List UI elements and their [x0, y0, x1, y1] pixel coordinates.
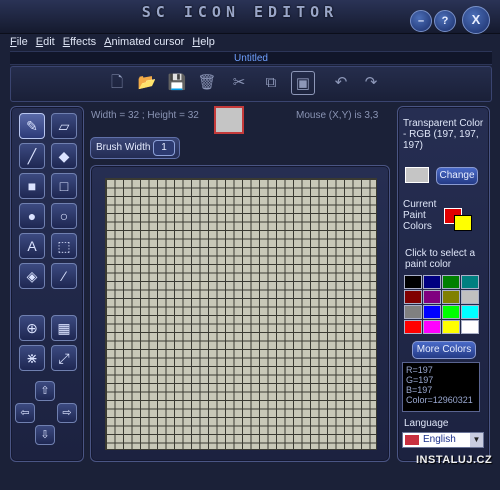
palette-swatch[interactable] [442, 275, 460, 289]
mouse-position: Mouse (X,Y) is 3,3 [296, 110, 379, 121]
move-up-icon[interactable]: ⇧ [35, 381, 55, 401]
menu-bar: File Edit Effects Animated cursor Help [10, 36, 492, 50]
pixel-grid[interactable] [105, 178, 377, 450]
palette-swatch[interactable] [423, 275, 441, 289]
watermark: INSTALUJ.CZ [416, 454, 493, 466]
menu-help[interactable]: Help [192, 36, 215, 50]
menu-effects[interactable]: Effects [63, 36, 96, 50]
copy-icon[interactable]: ⧉ [259, 71, 283, 95]
save-icon[interactable]: 💾 [165, 71, 189, 95]
palette-swatch[interactable] [442, 290, 460, 304]
ellipse-tool-icon[interactable]: ○ [51, 203, 77, 229]
fill-tool-icon[interactable]: ◆ [51, 143, 77, 169]
palette-swatch[interactable] [404, 290, 422, 304]
replace-color-tool-icon[interactable]: ◈ [19, 263, 45, 289]
icon-preview [214, 106, 244, 134]
canvas-panel [90, 165, 390, 462]
shrink-tool-icon[interactable]: ⋇ [19, 345, 45, 371]
eyedropper-tool-icon[interactable]: ⁄ [51, 263, 77, 289]
palette-swatch[interactable] [423, 320, 441, 334]
rgb-b: B=197 [406, 385, 433, 395]
help-button[interactable]: ? [434, 10, 456, 32]
chevron-down-icon[interactable]: ▼ [470, 433, 483, 447]
center-tool-icon[interactable]: ⊕ [19, 315, 45, 341]
language-value: English [423, 434, 456, 445]
palette-swatch[interactable] [404, 320, 422, 334]
palette-swatch[interactable] [461, 275, 479, 289]
rgb-readout: R=197 G=197 B=197 Color=12960321 [402, 362, 480, 412]
menu-animated-cursor[interactable]: Animated cursor [104, 36, 184, 50]
rect-tool-icon[interactable]: □ [51, 173, 77, 199]
select-paint-color-label: Click to select a paint color [405, 248, 476, 270]
close-button[interactable]: X [462, 6, 490, 34]
select-tool-icon[interactable]: ⬚ [51, 233, 77, 259]
language-select[interactable]: English ▼ [402, 432, 484, 448]
eraser-tool-icon[interactable]: ▱ [51, 113, 77, 139]
text-tool-icon[interactable]: A [19, 233, 45, 259]
filled-ellipse-tool-icon[interactable]: ● [19, 203, 45, 229]
more-colors-button[interactable]: More Colors [412, 341, 476, 359]
menu-file[interactable]: File [10, 36, 28, 50]
palette-swatch[interactable] [442, 320, 460, 334]
pencil-tool-icon[interactable]: ✎ [19, 113, 45, 139]
paste-icon[interactable]: ▣ [291, 71, 315, 95]
change-button[interactable]: Change [436, 167, 478, 185]
palette-swatch[interactable] [442, 305, 460, 319]
cut-icon[interactable]: ✂ [227, 71, 251, 95]
redo-icon[interactable]: ↷ [359, 71, 383, 95]
transparent-color-label: Transparent Color - RGB (197, 197, 197) [403, 118, 484, 151]
language-label: Language [404, 418, 449, 429]
app-title: SC ICON EDITOR [141, 3, 339, 21]
palette-swatch[interactable] [404, 275, 422, 289]
move-down-icon[interactable]: ⇩ [35, 425, 55, 445]
uk-flag-icon [405, 435, 419, 445]
line-tool-icon[interactable]: ╱ [19, 143, 45, 169]
filled-rect-tool-icon[interactable]: ■ [19, 173, 45, 199]
brush-width-value[interactable]: 1 [153, 140, 175, 156]
title-bar: SC ICON EDITOR – ? X [0, 0, 500, 34]
palette-swatch[interactable] [404, 305, 422, 319]
rgb-g: G=197 [406, 375, 434, 385]
main-toolbar: 🗋 📂 💾 🗑 ✂ ⧉ ▣ ↶ ↷ [10, 66, 492, 102]
expand-tool-icon[interactable]: ⤢ [51, 345, 77, 371]
move-right-icon[interactable]: ⇨ [57, 403, 77, 423]
document-name: Untitled [10, 51, 492, 65]
size-info: Width = 32 ; Height = 32 [91, 110, 199, 121]
open-folder-icon[interactable]: 📂 [135, 71, 159, 95]
rgb-r: R=197 [406, 365, 433, 375]
palette-swatch[interactable] [423, 305, 441, 319]
palette-swatch[interactable] [461, 320, 479, 334]
delete-icon[interactable]: 🗑 [195, 71, 219, 95]
tools-panel: ✎ ▱ ╱ ◆ ■ □ ● ○ A ⬚ ◈ ⁄ ⊕ ▦ ⋇ ⤢ ⇧ ⇦ ⇨ ⇩ [10, 106, 84, 462]
palette-swatch[interactable] [461, 290, 479, 304]
grid-toggle-icon[interactable]: ▦ [51, 315, 77, 341]
brush-width-button[interactable]: Brush Width 1 [90, 137, 180, 159]
rgb-color-value: Color=12960321 [406, 395, 473, 405]
transparent-color-swatch [405, 167, 429, 183]
undo-icon[interactable]: ↶ [329, 71, 353, 95]
current-paint-colors-label: Current Paint Colors [403, 199, 437, 232]
menu-edit[interactable]: Edit [36, 36, 55, 50]
new-file-icon[interactable]: 🗋 [105, 71, 129, 95]
move-left-icon[interactable]: ⇦ [15, 403, 35, 423]
secondary-color-swatch[interactable] [454, 215, 472, 231]
minimize-button[interactable]: – [410, 10, 432, 32]
palette-swatch[interactable] [423, 290, 441, 304]
brush-width-label: Brush Width [96, 142, 151, 153]
palette-swatch[interactable] [461, 305, 479, 319]
